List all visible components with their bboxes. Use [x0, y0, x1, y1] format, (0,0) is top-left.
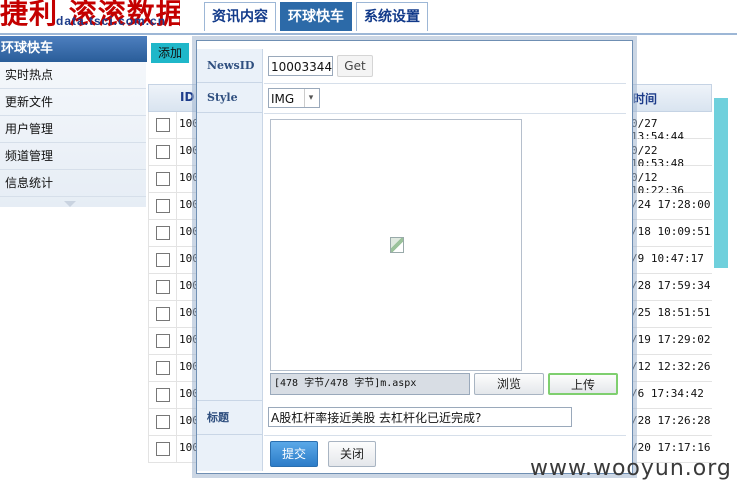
row-time: /20 17:17:16 — [631, 441, 711, 454]
image-preview — [270, 119, 522, 371]
cell-divider — [176, 436, 177, 462]
sidebar-item-update-files[interactable]: 更新文件 — [0, 89, 146, 116]
row-time: /25 18:51:51 — [631, 306, 711, 319]
scrollbar[interactable] — [714, 98, 728, 268]
row-checkbox[interactable] — [156, 334, 170, 348]
cell-divider — [176, 193, 177, 219]
cell-divider — [176, 220, 177, 246]
title-row: A股杠杆率接近美股 去杠杆化已近完成? — [264, 401, 626, 436]
column-header-time: 时间 — [633, 92, 658, 106]
cell-divider — [176, 247, 177, 273]
row-time: /9 10:47:17 — [631, 252, 704, 265]
file-path-field[interactable]: [478 字节/478 字节]m.aspx — [270, 373, 470, 395]
cell-divider — [176, 301, 177, 327]
watermark: www.wooyun.org — [530, 456, 732, 481]
submit-button[interactable]: 提交 — [270, 441, 318, 467]
tab-global-express[interactable]: 环球快车 — [280, 2, 352, 31]
tab-system-settings[interactable]: 系统设置 — [356, 2, 428, 31]
edit-dialog: NewsID 100033449 Get Style IMG ▾ [478 字节… — [196, 40, 633, 474]
cell-divider — [176, 409, 177, 435]
row-checkbox[interactable] — [156, 145, 170, 159]
row-time: /6 17:34:42 — [631, 387, 704, 400]
cell-divider — [176, 274, 177, 300]
row-checkbox[interactable] — [156, 226, 170, 240]
sidebar-collapse-icon[interactable] — [64, 201, 76, 207]
tab-news-content[interactable]: 资讯内容 — [204, 2, 276, 31]
add-button[interactable]: 添加 — [151, 43, 189, 63]
get-button[interactable]: Get — [337, 55, 373, 77]
row-checkbox[interactable] — [156, 307, 170, 321]
cell-divider — [176, 166, 177, 192]
row-checkbox[interactable] — [156, 388, 170, 402]
style-select-value: IMG — [271, 92, 295, 106]
broken-image-icon — [390, 237, 404, 253]
cell-divider — [176, 139, 177, 165]
row-time: /18 10:09:51 — [631, 225, 711, 238]
title-label: 标题 — [197, 401, 263, 435]
newsid-input[interactable]: 100033449 — [268, 56, 333, 76]
row-time: /28 17:26:28 — [631, 414, 711, 427]
row-checkbox[interactable] — [156, 253, 170, 267]
chevron-down-icon: ▾ — [304, 89, 317, 107]
row-time: /24 17:28:00 — [631, 198, 711, 211]
sidebar-title: 环球快车 — [0, 36, 147, 62]
cell-divider — [176, 382, 177, 408]
sidebar-item-statistics[interactable]: 信息统计 — [0, 170, 146, 197]
newsid-label: NewsID — [197, 49, 263, 83]
row-time: /19 17:29:02 — [631, 333, 711, 346]
sidebar-item-channel-management[interactable]: 频道管理 — [0, 143, 146, 170]
upload-button[interactable]: 上传 — [548, 373, 618, 395]
logo-subtext: data.tsci.com.cn — [56, 14, 167, 28]
style-label: Style — [197, 83, 263, 113]
newsid-row: 100033449 Get — [264, 49, 626, 84]
actions-label-cell — [197, 435, 263, 471]
cell-divider — [176, 355, 177, 381]
close-button[interactable]: 关闭 — [328, 441, 376, 467]
row-checkbox[interactable] — [156, 442, 170, 456]
row-checkbox[interactable] — [156, 415, 170, 429]
row-checkbox[interactable] — [156, 280, 170, 294]
top-nav: 资讯内容 环球快车 系统设置 — [204, 2, 432, 32]
style-select[interactable]: IMG ▾ — [268, 88, 320, 108]
cell-divider — [176, 328, 177, 354]
logo: 捷利 滚滚数据 data.tsci.com.cn — [0, 0, 180, 32]
style-row: IMG ▾ — [264, 83, 626, 114]
header-divider — [0, 33, 737, 35]
sidebar: 实时热点 更新文件 用户管理 频道管理 信息统计 — [0, 62, 146, 207]
row-time: /28 17:59:34 — [631, 279, 711, 292]
sidebar-item-realtime-hotspot[interactable]: 实时热点 — [0, 62, 146, 89]
sidebar-item-user-management[interactable]: 用户管理 — [0, 116, 146, 143]
row-checkbox[interactable] — [156, 361, 170, 375]
row-time: /12 12:32:26 — [631, 360, 711, 373]
title-input[interactable]: A股杠杆率接近美股 去杠杆化已近完成? — [268, 407, 572, 427]
row-checkbox[interactable] — [156, 199, 170, 213]
image-label-cell — [197, 113, 263, 401]
column-header-id: ID — [180, 90, 195, 104]
row-checkbox[interactable] — [156, 118, 170, 132]
row-checkbox[interactable] — [156, 172, 170, 186]
cell-divider — [176, 112, 177, 138]
browse-button[interactable]: 浏览 — [474, 373, 544, 395]
